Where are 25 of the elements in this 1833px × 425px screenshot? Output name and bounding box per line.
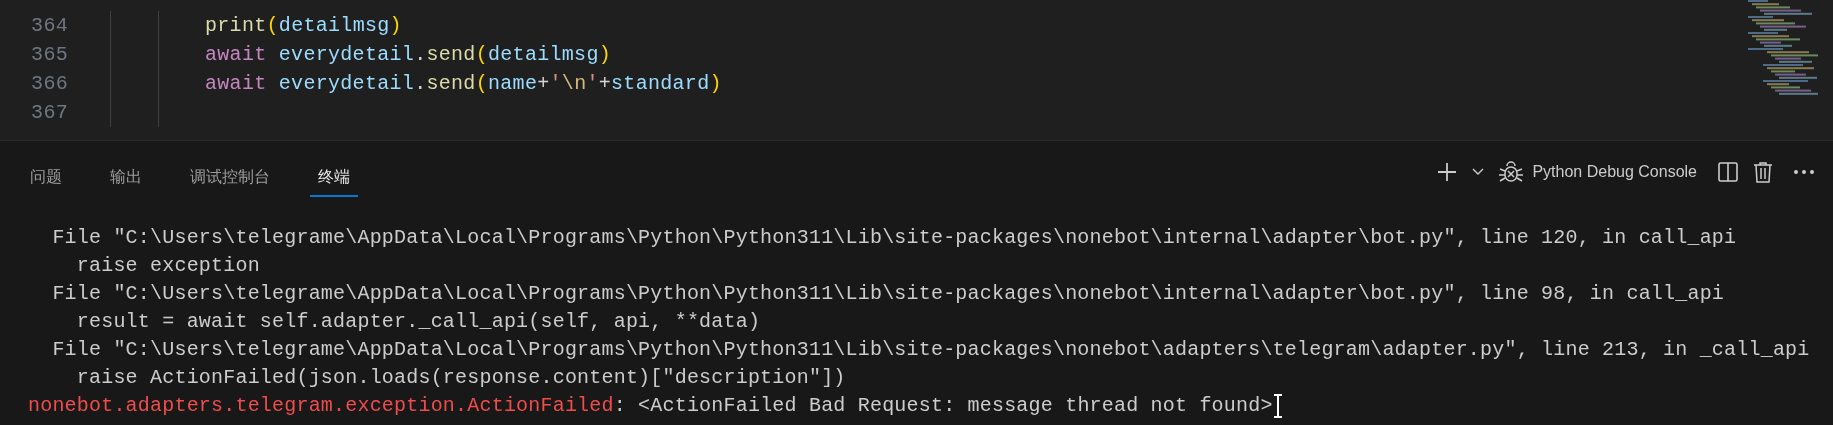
code-line: await everydetail.send(name+'\n'+standard) (205, 72, 722, 95)
chevron-down-icon[interactable] (1472, 168, 1485, 176)
panel-tab[interactable]: 输出 (102, 149, 150, 197)
panel-tab[interactable]: 问题 (22, 149, 70, 197)
panel-tab[interactable]: 终端 (310, 149, 358, 197)
line-number: 364 (30, 14, 68, 37)
terminal-line: result = await self.adapter._call_api(self, api, **data) (75, 309, 761, 335)
terminal-line: nonebot.adapters.telegram.exception.ActionFailed: <ActionFailed Bad Request: message thread not found> (28, 393, 1273, 419)
trash-icon[interactable] (1753, 161, 1773, 183)
terminal-line: raise ActionFailed(json.loads(response.content)["description"]) (75, 365, 846, 391)
plus-icon[interactable] (1436, 161, 1459, 183)
bug-icon (1498, 159, 1525, 185)
more-icon[interactable] (1793, 169, 1815, 175)
terminal-line: File "C:\Users\telegrame\AppData\Local\Programs\Python\Python311\Lib\site-packages\nonebot\internal\adapter\bot.py", line 120, in call_api (51, 225, 1737, 251)
line-number: 366 (30, 72, 68, 95)
terminal-line: raise exception (75, 253, 260, 279)
code-line: await everydetail.send(detailmsg) (205, 43, 611, 66)
code-line: print(detailmsg) (205, 14, 402, 37)
terminal-name[interactable]: Python Debug Console (1532, 163, 1697, 181)
split-icon[interactable] (1717, 161, 1739, 183)
panel-tab[interactable]: 调试控制台 (182, 149, 278, 197)
line-number: 365 (30, 43, 68, 66)
terminal-line: File "C:\Users\telegrame\AppData\Local\Programs\Python\Python311\Lib\site-packages\nonebot\internal\adapter\bot.py", line 98, in call_api (51, 281, 1725, 307)
line-number: 367 (30, 101, 68, 124)
terminal-line: File "C:\Users\telegrame\AppData\Local\Programs\Python\Python311\Lib\site-packages\nonebot\adapters\telegram\adapter.py", line 213, in _call_api (51, 337, 1810, 363)
